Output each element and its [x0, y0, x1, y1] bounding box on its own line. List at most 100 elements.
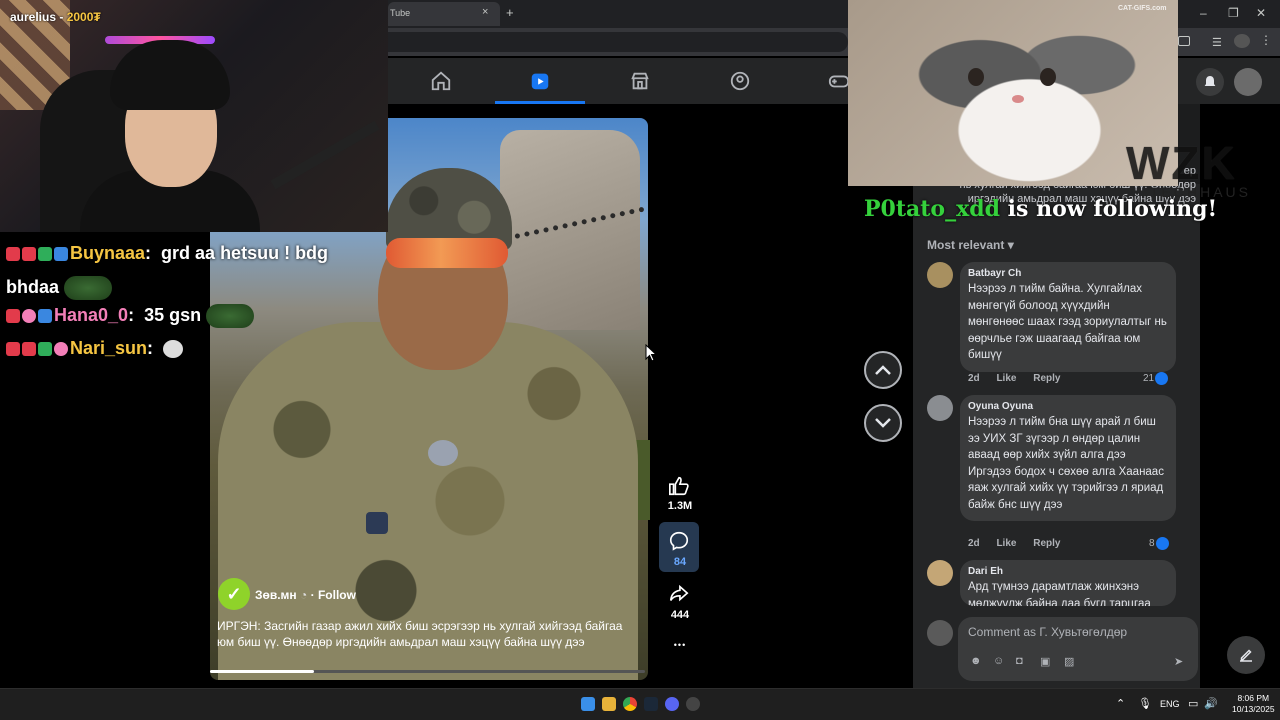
stream-label: aurelius - 2000₮ [10, 10, 101, 24]
streamer-hair [110, 40, 230, 110]
comment-like-button[interactable]: Like [996, 373, 1016, 384]
gif-icon[interactable]: ▣ [1040, 655, 1050, 668]
comment-input-placeholder: Comment as Г. Хувьтөгөлдөр [968, 625, 1128, 639]
chat-username: Hana0_0 [54, 304, 129, 325]
follow-alert-text: is now following! [1007, 196, 1218, 222]
commenter-name[interactable]: Dari Eh [968, 566, 1168, 577]
share-icon[interactable] [668, 583, 690, 605]
follow-alert: P0tato_xdd is now following! [864, 196, 1217, 222]
commenter-avatar[interactable] [927, 560, 953, 586]
keyboard-language[interactable]: ENG [1160, 699, 1180, 709]
reaction-count: 8 [1149, 538, 1155, 550]
comment-actions: 2d Like Reply [968, 373, 1074, 384]
reel-author-avatar[interactable]: ✓ [218, 578, 250, 610]
wzk-logo: WZK [1126, 137, 1237, 189]
start-icon[interactable] [581, 697, 595, 711]
chevron-up-icon [875, 365, 891, 375]
windows-taskbar [0, 688, 1280, 720]
taskbar-clock[interactable]: 8:06 PM 10/13/2025 [1232, 693, 1275, 715]
tab-search-icon[interactable]: ☰ [1212, 36, 1222, 49]
cat-eye [1040, 68, 1056, 86]
obs-icon[interactable] [686, 697, 700, 711]
commenter-name[interactable]: Oyuna Oyuna [968, 401, 1168, 412]
file-explorer-icon[interactable] [602, 697, 616, 711]
comment-actions: 2d Like Reply [968, 538, 1074, 549]
tray-overflow-icon[interactable]: ⌃ [1116, 697, 1125, 710]
comment-time[interactable]: 2d [968, 373, 980, 384]
cat-eye [968, 68, 984, 86]
comment-sort-dropdown[interactable]: Most relevant ▾ [927, 238, 1014, 252]
emote-icon [163, 340, 184, 359]
minimize-icon[interactable]: – [1200, 6, 1207, 20]
tab-title: Tube [390, 8, 411, 18]
maximize-icon[interactable]: ❐ [1228, 6, 1239, 20]
comment-text: Нээрээ л тийм байна. Хулгайлах мөнгөгүй … [968, 283, 1167, 361]
address-field[interactable] [388, 32, 848, 52]
reel-author[interactable]: Зөв.мн ◔ · Follow [255, 588, 356, 602]
home-icon[interactable] [430, 70, 452, 92]
lapel-mic [428, 440, 458, 466]
sticker-icon[interactable]: ▨ [1064, 655, 1074, 668]
sub-badge-icon [38, 342, 52, 357]
discord-icon[interactable] [665, 697, 679, 711]
badge-icon [6, 247, 20, 262]
emote-icon [64, 276, 113, 301]
chat-username: Buynaaa [70, 243, 146, 263]
share-count: 444 [670, 609, 690, 621]
groups-icon[interactable] [729, 70, 751, 92]
cat-nose [1012, 95, 1024, 103]
chevron-down-icon [875, 418, 891, 428]
streamer-webcam [0, 0, 388, 232]
reels-icon[interactable] [529, 70, 551, 92]
new-tab-button[interactable]: + [506, 5, 514, 20]
comment-bubble: Oyuna Oyuna Нээрээ л тийм бна шүү арай л… [960, 395, 1176, 521]
streamer-name: aurelius [10, 10, 57, 24]
browser-menu-icon[interactable]: ⋮ [1260, 33, 1272, 47]
more-options-icon[interactable]: ••• [662, 640, 698, 650]
avatar-sticker-icon[interactable]: ☻ [970, 655, 982, 667]
marketplace-icon[interactable] [629, 70, 651, 92]
reel-author-name[interactable]: Зөв.мн [255, 588, 297, 602]
commenter-avatar[interactable] [927, 395, 953, 421]
gaming-icon[interactable] [828, 70, 850, 92]
volume-icon[interactable]: 🔊 [1204, 697, 1218, 710]
comment-reply-button[interactable]: Reply [1033, 373, 1060, 384]
chat-text: 35 gsn [144, 304, 202, 325]
mouse-cursor-icon [645, 344, 657, 362]
chat-message: Buynaaa: grd aa hetsuu ! bdg bhdaa [6, 236, 386, 304]
comment-reactions[interactable]: 21 [1143, 372, 1169, 385]
comment-time[interactable]: 2d [968, 538, 980, 549]
send-icon[interactable]: ➤ [1174, 655, 1183, 668]
microphone-icon[interactable]: 🎙 [1138, 697, 1152, 710]
chat-username: Nari_sun [70, 338, 148, 358]
close-window-icon[interactable]: ✕ [1256, 6, 1266, 20]
heart-badge-icon [6, 309, 20, 323]
comment-like-button[interactable]: Like [996, 538, 1016, 549]
clock-date: 10/13/2025 [1232, 704, 1275, 714]
follow-button[interactable]: · Follow [311, 588, 356, 602]
microphone-arm [270, 120, 380, 190]
comment-reply-button[interactable]: Reply [1033, 538, 1060, 549]
follower-name: P0tato_xdd [864, 196, 1000, 222]
commenter-avatar[interactable] [927, 262, 953, 288]
profile-icon[interactable] [1234, 34, 1250, 48]
tab-close-icon[interactable]: × [482, 6, 488, 18]
steam-icon[interactable] [644, 697, 658, 711]
emote-icon [206, 304, 255, 328]
emoji-icon[interactable]: ☺ [993, 655, 1004, 667]
comment-icon [669, 531, 689, 551]
chat-message: Nari_sun: [6, 338, 184, 359]
comment-bubble: Dari Eh Ард түмнээ дарамтлаж жинхэнэ мөл… [960, 560, 1176, 606]
account-avatar[interactable] [1234, 68, 1262, 96]
thumbs-up-icon [1155, 372, 1169, 385]
commenter-name[interactable]: Batbayr Ch [968, 268, 1168, 279]
like-icon[interactable] [668, 475, 690, 497]
camera-icon[interactable]: ◘ [1016, 655, 1023, 667]
comment-reactions[interactable]: 8 [1149, 537, 1169, 550]
chrome-icon[interactable] [623, 697, 637, 711]
extensions-icon[interactable] [1178, 36, 1190, 46]
clock-time: 8:06 PM [1237, 693, 1270, 703]
network-icon[interactable]: ▭ [1188, 697, 1198, 710]
heart-badge-icon [22, 247, 36, 262]
cat-badge-icon [22, 309, 36, 323]
